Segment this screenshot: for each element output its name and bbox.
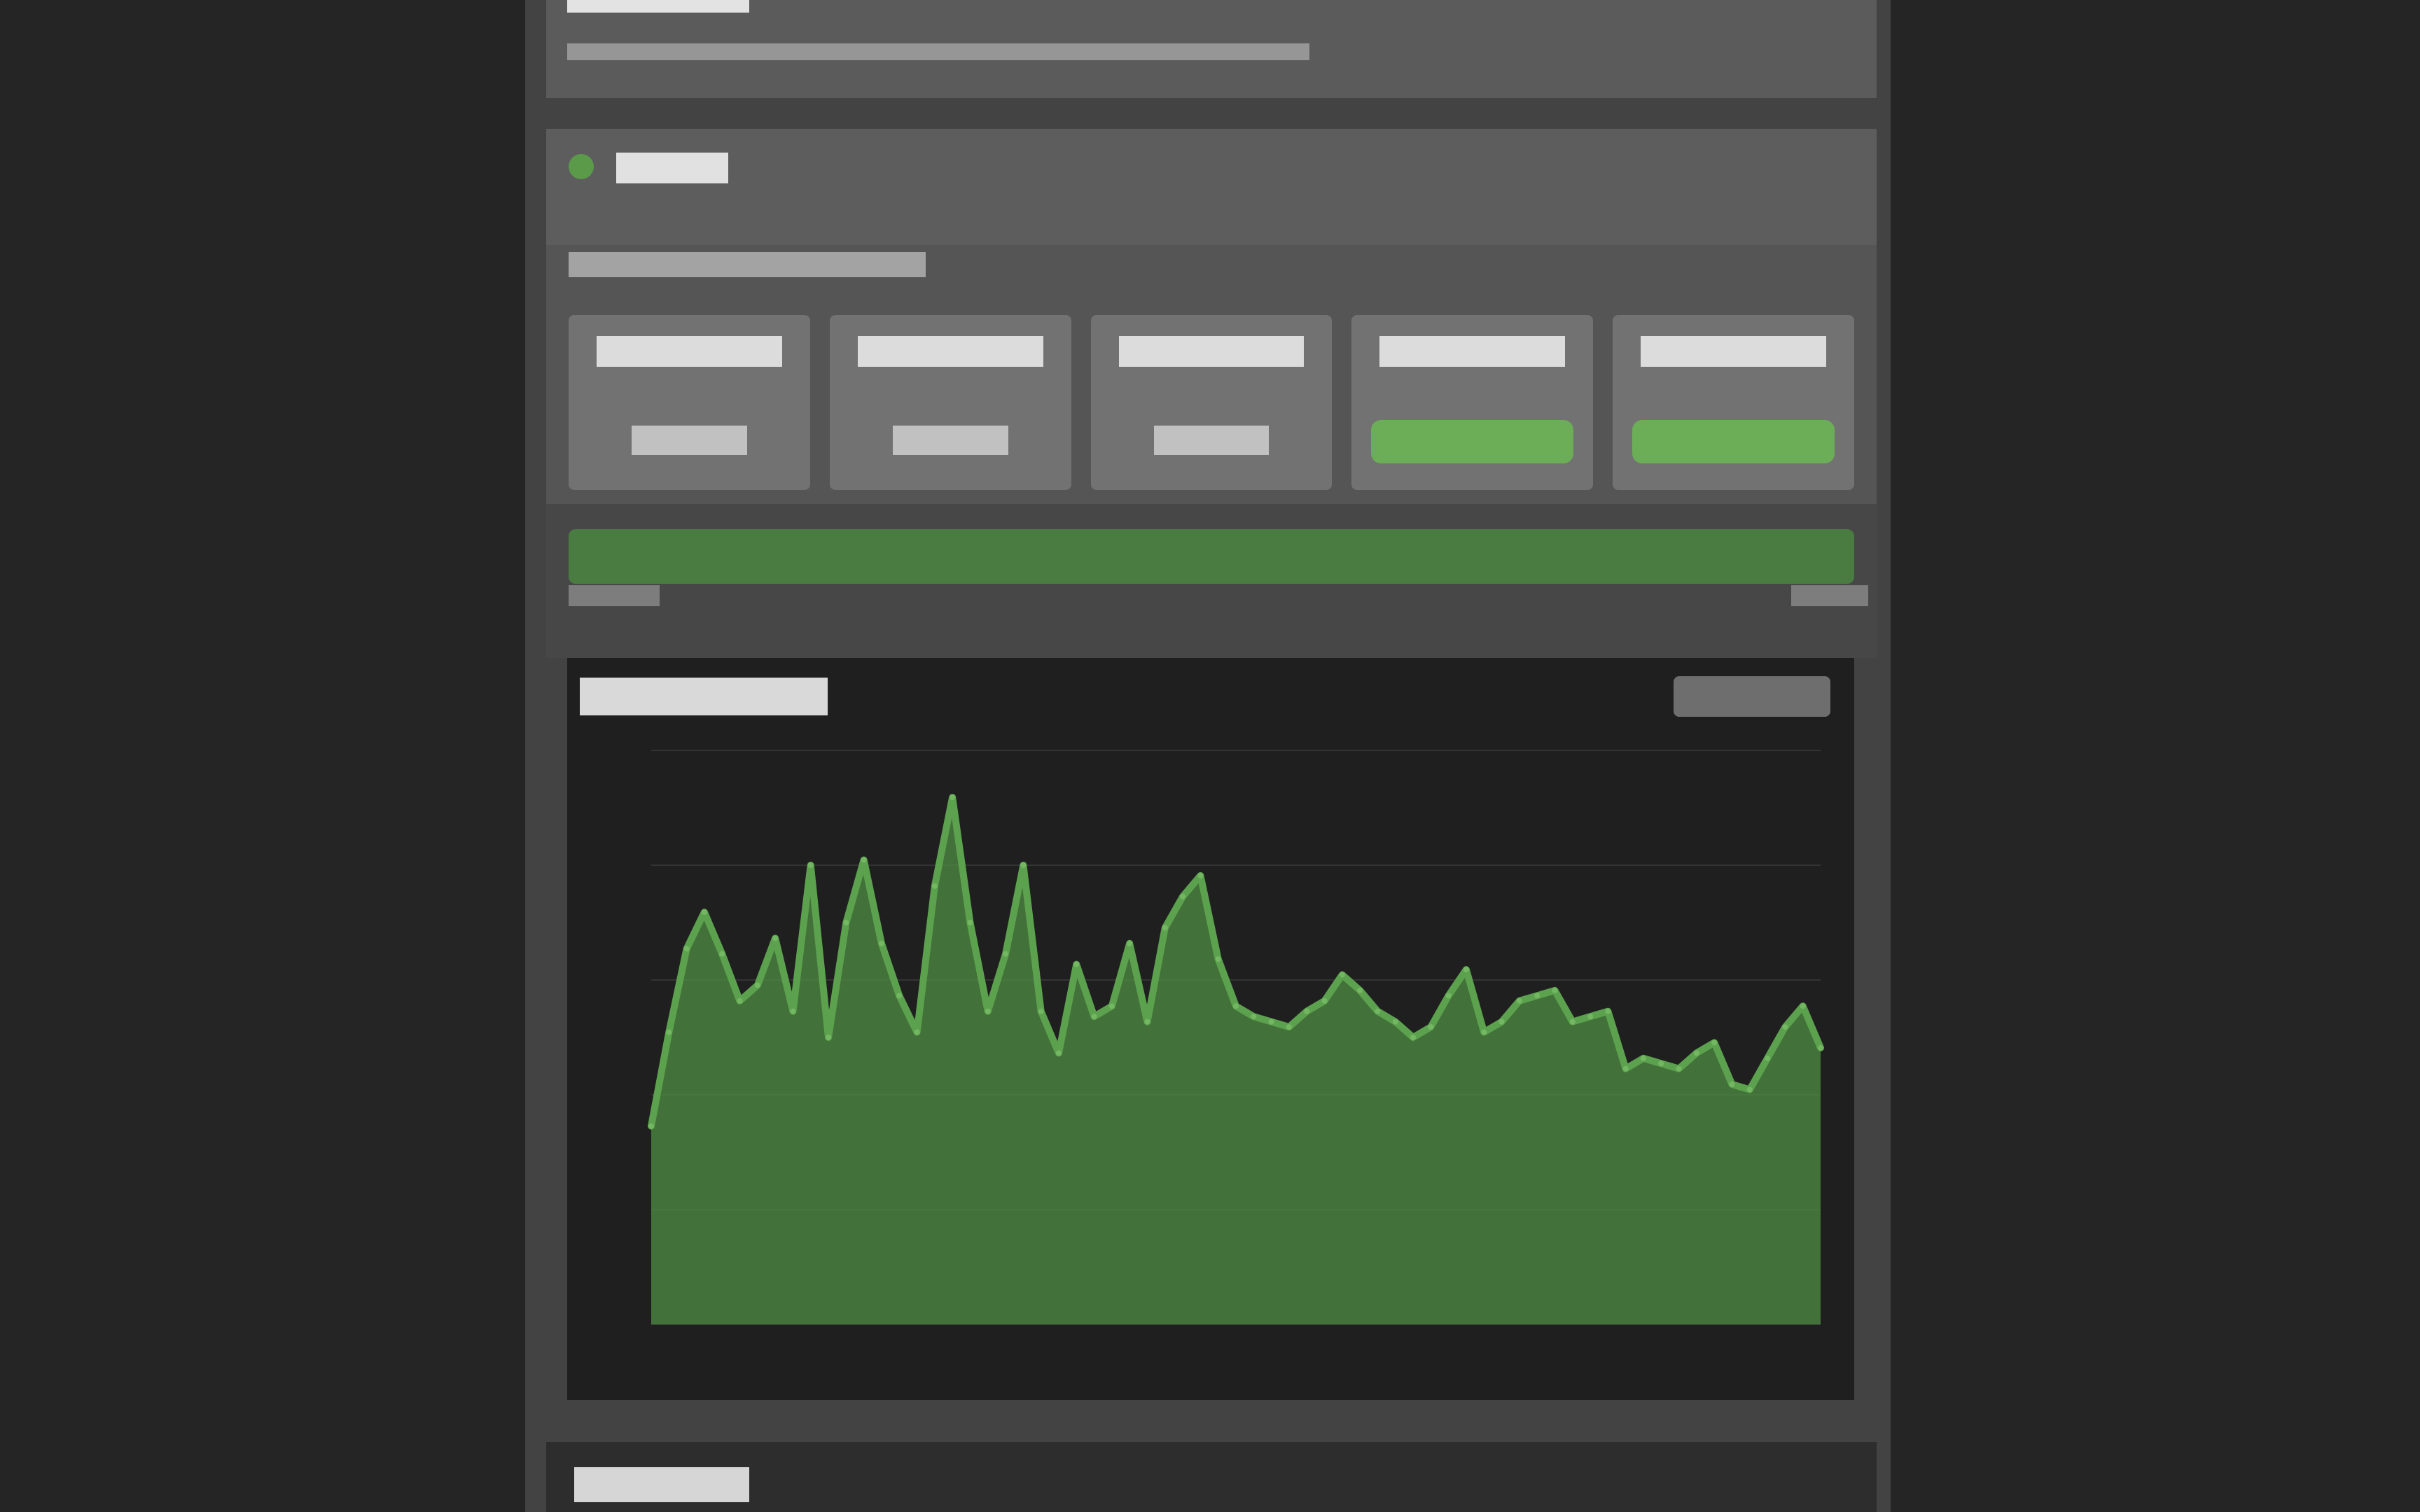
data-point xyxy=(1800,1003,1806,1009)
data-point xyxy=(1818,1044,1823,1051)
status-subline-block xyxy=(569,252,926,277)
data-point xyxy=(1304,1008,1310,1014)
data-point xyxy=(1286,1024,1292,1030)
data-point xyxy=(683,946,690,952)
progress-bar xyxy=(569,529,1854,584)
data-point xyxy=(1552,987,1558,993)
data-point xyxy=(1410,1035,1417,1040)
data-point xyxy=(790,1008,796,1014)
data-point xyxy=(1498,1018,1505,1025)
data-point xyxy=(719,951,725,957)
data-point xyxy=(1711,1040,1718,1046)
data-point xyxy=(1357,987,1363,993)
data-point xyxy=(1197,872,1204,878)
data-point xyxy=(1392,1018,1398,1025)
data-point xyxy=(1676,1065,1682,1072)
progress-label-right-block xyxy=(1791,585,1868,606)
data-point xyxy=(1587,1014,1594,1020)
data-point xyxy=(985,1008,991,1014)
data-point xyxy=(950,794,956,801)
data-point xyxy=(1144,1018,1150,1025)
status-badge xyxy=(1632,420,1835,463)
metric-card xyxy=(1351,315,1594,490)
metrics-row xyxy=(569,315,1854,490)
data-point xyxy=(878,940,884,946)
data-point xyxy=(1215,956,1221,962)
metric-label-block xyxy=(597,336,782,367)
footer-title-block xyxy=(574,1467,749,1502)
data-point xyxy=(1020,862,1027,868)
data-point xyxy=(1658,1060,1664,1067)
data-point xyxy=(1640,1055,1646,1061)
data-point xyxy=(1746,1086,1753,1093)
data-point xyxy=(1162,925,1168,931)
data-point xyxy=(1055,1050,1062,1056)
data-point xyxy=(1268,1018,1274,1025)
data-point xyxy=(1622,1065,1629,1072)
metric-card xyxy=(1613,315,1854,490)
data-point xyxy=(737,997,743,1004)
chart-title-block xyxy=(580,678,828,715)
data-point xyxy=(914,1029,920,1035)
data-point xyxy=(1534,993,1541,999)
area-chart xyxy=(648,750,1824,1325)
metric-card xyxy=(1090,315,1333,490)
metric-value-block xyxy=(892,426,1008,455)
metric-value-block xyxy=(1153,426,1270,455)
data-point xyxy=(1233,1003,1239,1009)
metric-label-block xyxy=(1379,336,1566,367)
data-point xyxy=(931,883,938,889)
metric-label-block xyxy=(857,336,1043,367)
metric-card xyxy=(829,315,1071,490)
data-point xyxy=(967,920,973,925)
data-point xyxy=(772,935,779,941)
data-point xyxy=(1339,972,1345,978)
page xyxy=(0,0,2420,1512)
top-subtitle-block xyxy=(567,43,1309,60)
data-point xyxy=(1003,951,1009,957)
data-point xyxy=(1765,1055,1771,1061)
data-point xyxy=(1445,993,1452,999)
data-point xyxy=(1428,1024,1434,1030)
status-icon xyxy=(569,154,594,179)
data-point xyxy=(701,909,707,916)
metric-label-block xyxy=(1641,336,1826,367)
data-point xyxy=(843,920,849,925)
data-point xyxy=(1463,967,1469,973)
metric-card xyxy=(569,315,810,490)
chart-action-button[interactable] xyxy=(1674,676,1830,717)
data-point xyxy=(754,982,760,988)
top-title-block xyxy=(567,0,749,13)
data-point xyxy=(896,993,903,999)
data-point xyxy=(666,1029,672,1035)
metric-label-block xyxy=(1118,336,1305,367)
chart-marks xyxy=(648,794,1824,1324)
data-point xyxy=(1729,1082,1735,1088)
data-point xyxy=(807,862,814,868)
data-point xyxy=(1569,1018,1576,1025)
data-point xyxy=(1108,1003,1115,1009)
metric-value-block xyxy=(632,426,747,455)
data-point xyxy=(1605,1008,1611,1014)
data-point xyxy=(1375,1008,1381,1014)
data-point xyxy=(1251,1014,1257,1020)
data-point xyxy=(1693,1050,1699,1056)
status-badge xyxy=(1371,420,1574,463)
data-point xyxy=(1038,1008,1044,1014)
data-point xyxy=(1481,1029,1487,1035)
data-point xyxy=(1180,893,1186,899)
data-point xyxy=(861,857,867,863)
data-point xyxy=(1091,1014,1097,1020)
status-header xyxy=(546,129,1877,245)
data-point xyxy=(1321,997,1328,1004)
progress-label-left-block xyxy=(569,585,660,606)
data-point xyxy=(648,1123,654,1129)
data-point xyxy=(1782,1024,1788,1030)
status-label-block xyxy=(616,153,728,183)
data-point xyxy=(1516,997,1522,1004)
data-point xyxy=(1073,961,1080,967)
data-point xyxy=(826,1035,832,1040)
data-point xyxy=(1127,940,1133,946)
